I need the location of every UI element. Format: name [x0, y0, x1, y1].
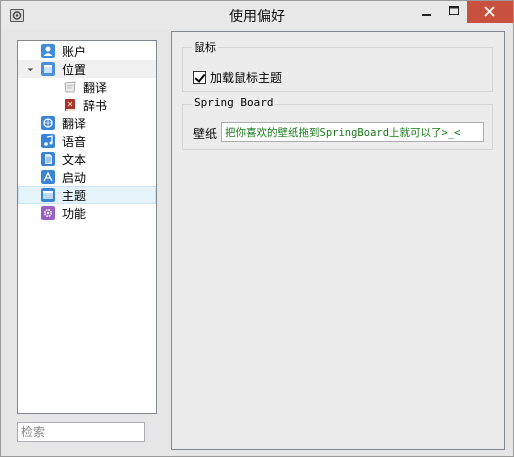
- settings-tree: 账户 位置 翻译 辞书 翻译 语音 文本 启动 主题 功能: [17, 40, 157, 414]
- maximize-button[interactable]: [441, 1, 467, 23]
- springboard-group: Spring Board 壁纸 把你喜欢的壁纸拖到SpringBoard上就可以…: [182, 96, 493, 150]
- sidebar-item-launch[interactable]: 启动: [18, 168, 156, 186]
- maximize-icon: [449, 6, 459, 15]
- checkbox-box[interactable]: [193, 71, 206, 84]
- wallpaper-label: 壁纸: [193, 127, 218, 141]
- sidebar-item-label: 语音: [62, 135, 87, 149]
- sidebar-item-label: 辞书: [83, 99, 108, 113]
- preferences-window: 使用偏好 账户 位置 翻译 辞书 翻译 语音 文本 启动 主题 功能 检索 鼠标…: [0, 0, 514, 457]
- theme-icon: [41, 188, 55, 202]
- wallpaper-field[interactable]: 把你喜欢的壁纸拖到SpringBoard上就可以了>_<: [221, 122, 484, 142]
- checkbox-label[interactable]: 加载鼠标主题: [210, 69, 282, 86]
- sidebar-item-label: 翻译: [62, 117, 87, 131]
- translate-icon: [64, 81, 76, 93]
- sidebar-item-theme[interactable]: 主题: [18, 186, 156, 204]
- sidebar-item-translate[interactable]: 翻译: [18, 114, 156, 132]
- music-note-icon: [41, 134, 55, 148]
- title-bar: 使用偏好: [1, 1, 513, 31]
- sidebar-item-text[interactable]: 文本: [18, 150, 156, 168]
- sidebar-item-label: 文本: [62, 153, 87, 167]
- gear-icon: [41, 206, 55, 220]
- theme-settings-panel: 鼠标 加载鼠标主题 Spring Board 壁纸 把你喜欢的壁纸拖到Sprin…: [171, 31, 505, 450]
- mouse-group: 鼠标 加载鼠标主题: [182, 39, 493, 92]
- sidebar-item-account[interactable]: 账户: [18, 42, 156, 60]
- translate-globe-icon: [41, 116, 55, 130]
- sidebar-item-features[interactable]: 功能: [18, 204, 156, 222]
- minimize-button[interactable]: [411, 1, 441, 23]
- sidebar-item-location-dictionary[interactable]: 辞书: [18, 96, 156, 114]
- close-icon: [484, 6, 495, 17]
- sidebar-item-label: 启动: [62, 171, 87, 185]
- search-input[interactable]: [17, 422, 145, 442]
- sidebar-item-location-translate[interactable]: 翻译: [18, 78, 156, 96]
- sidebar-item-label: 主题: [62, 189, 87, 203]
- launch-icon: [41, 170, 55, 184]
- user-icon: [41, 44, 55, 58]
- minimize-icon: [422, 14, 431, 16]
- sidebar-item-location[interactable]: 位置: [18, 60, 156, 78]
- sidebar-item-voice[interactable]: 语音: [18, 132, 156, 150]
- mouse-group-title: 鼠标: [192, 39, 218, 55]
- sidebar-item-label: 翻译: [83, 81, 108, 95]
- sidebar-item-label: 位置: [62, 63, 87, 77]
- collapse-arrow-icon[interactable]: [24, 62, 34, 72]
- close-button[interactable]: [467, 1, 513, 23]
- checkmark-icon: [194, 71, 206, 83]
- springboard-group-title: Spring Board: [192, 96, 276, 109]
- document-icon: [41, 152, 55, 166]
- sidebar-item-label: 账户: [62, 45, 87, 59]
- sidebar-item-label: 功能: [62, 207, 87, 221]
- dictionary-icon: [65, 99, 75, 111]
- location-icon: [41, 62, 55, 76]
